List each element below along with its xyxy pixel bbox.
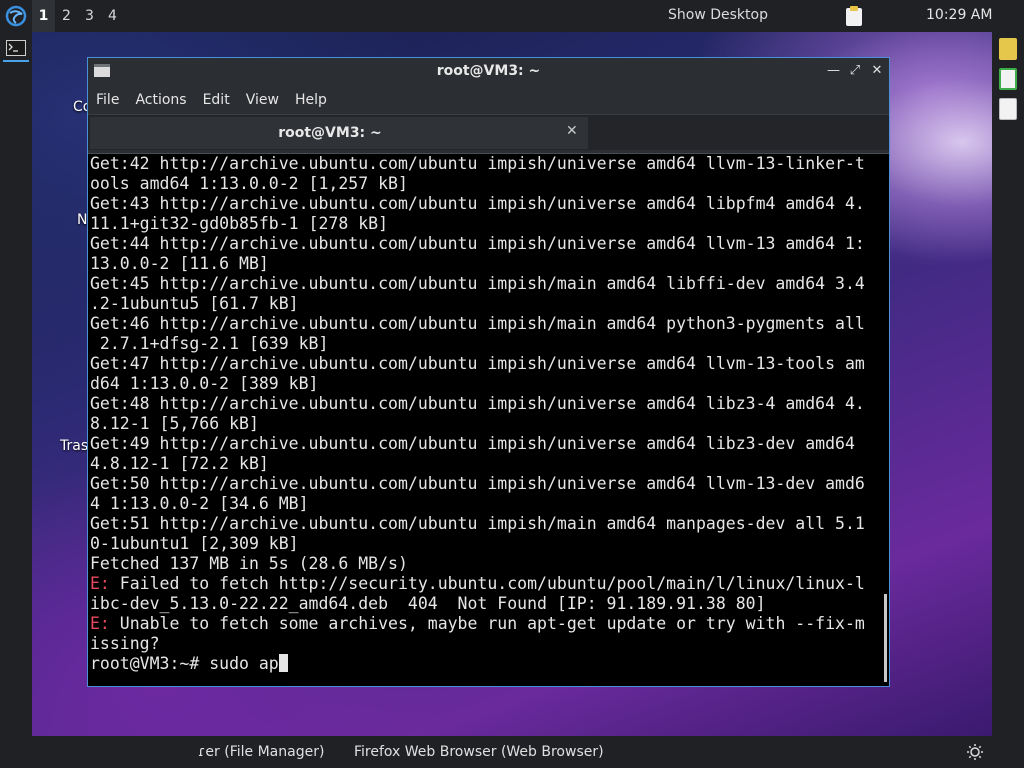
- terminal-line-text: Failed to fetch http://security.ubuntu.c…: [109, 574, 865, 593]
- terminal-line-text: Get:44 http://archive.ubuntu.com/ubuntu …: [90, 234, 865, 253]
- workspace-2[interactable]: 2: [55, 0, 78, 32]
- left-panel: [0, 32, 32, 736]
- bottom-taskbar: ɾer (File Manager) Firefox Web Browser (…: [0, 736, 1024, 768]
- terminal-line-text: 13.0.0-2 [11.6 MB]: [90, 254, 269, 273]
- app-menu-button[interactable]: [0, 0, 32, 32]
- terminal-line: Get:45 http://archive.ubuntu.com/ubuntu …: [90, 274, 880, 294]
- clipboard-icon[interactable]: [844, 5, 864, 31]
- workspace-3[interactable]: 3: [78, 0, 101, 32]
- terminal-line-text: ibc-dev_5.13.0-22.22_amd64.deb 404 Not F…: [90, 594, 766, 613]
- terminal-line-text: 0-1ubuntu1 [2,309 kB]: [90, 534, 299, 553]
- desktop-icon-label[interactable]: N: [77, 212, 87, 228]
- terminal-line-text: 4 1:13.0.0-2 [34.6 MB]: [90, 494, 309, 513]
- terminal-line: 2.7.1+dfsg-2.1 [639 kB]: [90, 334, 880, 354]
- terminal-line: Get:48 http://archive.ubuntu.com/ubuntu …: [90, 394, 880, 414]
- terminal-line-text: issing?: [90, 634, 160, 653]
- tab-title: root@VM3: ~: [278, 125, 382, 141]
- terminal-line-text: Unable to fetch some archives, maybe run…: [109, 614, 865, 633]
- right-panel: [992, 32, 1024, 736]
- minimize-icon[interactable]: —: [827, 63, 840, 79]
- desktop-icon-label[interactable]: Tras: [60, 438, 88, 454]
- terminal-line-text: Get:48 http://archive.ubuntu.com/ubuntu …: [90, 394, 865, 413]
- terminal-tab[interactable]: root@VM3: ~ ✕: [90, 117, 588, 149]
- lxqt-logo-icon: [5, 5, 27, 27]
- qterminal-icon[interactable]: [999, 38, 1017, 60]
- terminal-line-text: Get:46 http://archive.ubuntu.com/ubuntu …: [90, 314, 865, 333]
- terminal-line-text: Get:50 http://archive.ubuntu.com/ubuntu …: [90, 474, 865, 493]
- terminal-line: Fetched 137 MB in 5s (28.6 MB/s): [90, 554, 880, 574]
- terminal-line: Get:46 http://archive.ubuntu.com/ubuntu …: [90, 314, 880, 334]
- terminal-line-text: Fetched 137 MB in 5s (28.6 MB/s): [90, 554, 408, 573]
- terminal-line-text: .2-1ubuntu5 [61.7 kB]: [90, 294, 299, 313]
- terminal-line: E: Unable to fetch some archives, maybe …: [90, 614, 880, 634]
- spreadsheet-icon[interactable]: [999, 68, 1017, 90]
- terminal-window: root@VM3: ~ — ⤢ ✕ File Actions Edit View…: [87, 57, 890, 687]
- terminal-line-text: Get:45 http://archive.ubuntu.com/ubuntu …: [90, 274, 865, 293]
- window-controls: — ⤢ ✕: [827, 63, 883, 79]
- maximize-icon[interactable]: ⤢: [849, 63, 861, 79]
- terminal-line: ibc-dev_5.13.0-22.22_amd64.deb 404 Not F…: [90, 594, 880, 614]
- terminal-line: .2-1ubuntu5 [61.7 kB]: [90, 294, 880, 314]
- terminal-line: Get:47 http://archive.ubuntu.com/ubuntu …: [90, 354, 880, 374]
- terminal-line-text: 11.1+git32-gd0b85fb-1 [278 kB]: [90, 214, 389, 233]
- terminal-line: Get:44 http://archive.ubuntu.com/ubuntu …: [90, 234, 880, 254]
- terminal-line-text: Get:47 http://archive.ubuntu.com/ubuntu …: [90, 354, 865, 373]
- terminal-line: 13.0.0-2 [11.6 MB]: [90, 254, 880, 274]
- terminal-line: ools amd64 1:13.0.0-2 [1,257 kB]: [90, 174, 880, 194]
- tab-bar: root@VM3: ~ ✕: [88, 114, 889, 150]
- clock[interactable]: 10:29 AM: [926, 7, 992, 23]
- terminal-line: issing?: [90, 634, 880, 654]
- terminal-line: Get:43 http://archive.ubuntu.com/ubuntu …: [90, 194, 880, 214]
- terminal-line: Get:51 http://archive.ubuntu.com/ubuntu …: [90, 514, 880, 534]
- top-panel: 1 2 3 4 Show Desktop 10:29 AM: [0, 0, 1024, 32]
- workspace-4[interactable]: 4: [101, 0, 124, 32]
- error-prefix: E:: [90, 574, 110, 593]
- terminal-line: 4.8.12-1 [72.2 kB]: [90, 454, 880, 474]
- terminal-line-text: d64 1:13.0.0-2 [389 kB]: [90, 374, 319, 393]
- terminal-task-icon[interactable]: [3, 36, 29, 62]
- prompt-text: root@VM3:~# sudo ap: [90, 654, 279, 673]
- terminal-line: Get:42 http://archive.ubuntu.com/ubuntu …: [90, 154, 880, 174]
- terminal-line-text: Get:42 http://archive.ubuntu.com/ubuntu …: [90, 154, 865, 173]
- menubar: File Actions Edit View Help: [88, 86, 889, 114]
- terminal-line: E: Failed to fetch http://security.ubunt…: [90, 574, 880, 594]
- terminal-text: Get:42 http://archive.ubuntu.com/ubuntu …: [90, 154, 880, 674]
- terminal-line-text: Get:51 http://archive.ubuntu.com/ubuntu …: [90, 514, 865, 533]
- terminal-line-text: 8.12-1 [5,766 kB]: [90, 414, 259, 433]
- show-desktop-button[interactable]: Show Desktop: [668, 7, 768, 23]
- terminal-line-text: Get:43 http://archive.ubuntu.com/ubuntu …: [90, 194, 865, 213]
- menu-view[interactable]: View: [246, 92, 279, 108]
- brightness-icon[interactable]: [966, 743, 984, 765]
- terminal-line: d64 1:13.0.0-2 [389 kB]: [90, 374, 880, 394]
- terminal-line: Get:50 http://archive.ubuntu.com/ubuntu …: [90, 474, 880, 494]
- terminal-line: 8.12-1 [5,766 kB]: [90, 414, 880, 434]
- menu-edit[interactable]: Edit: [203, 92, 230, 108]
- workspace-switcher: 1 2 3 4: [32, 0, 124, 32]
- terminal-line: 4 1:13.0.0-2 [34.6 MB]: [90, 494, 880, 514]
- prompt-line[interactable]: root@VM3:~# sudo ap: [90, 654, 880, 674]
- taskbar-file-manager[interactable]: ɾer (File Manager): [198, 744, 324, 760]
- terminal-line-text: 4.8.12-1 [72.2 kB]: [90, 454, 269, 473]
- terminal-line-text: Get:49 http://archive.ubuntu.com/ubuntu …: [90, 434, 855, 453]
- scrollbar[interactable]: [884, 594, 887, 682]
- terminal-line: 0-1ubuntu1 [2,309 kB]: [90, 534, 880, 554]
- window-title: root@VM3: ~: [436, 63, 541, 79]
- formula-icon[interactable]: [999, 98, 1017, 120]
- close-icon[interactable]: ✕: [871, 63, 883, 79]
- terminal-line: Get:49 http://archive.ubuntu.com/ubuntu …: [90, 434, 880, 454]
- text-cursor: [278, 654, 288, 672]
- menu-help[interactable]: Help: [295, 92, 327, 108]
- terminal-line: 11.1+git32-gd0b85fb-1 [278 kB]: [90, 214, 880, 234]
- terminal-line-text: ools amd64 1:13.0.0-2 [1,257 kB]: [90, 174, 408, 193]
- taskbar-firefox[interactable]: Firefox Web Browser (Web Browser): [354, 744, 604, 760]
- workspace-1[interactable]: 1: [32, 0, 55, 32]
- window-titlebar[interactable]: root@VM3: ~ — ⤢ ✕: [88, 58, 889, 86]
- error-prefix: E:: [90, 614, 110, 633]
- terminal-output[interactable]: Get:42 http://archive.ubuntu.com/ubuntu …: [88, 153, 889, 686]
- tab-close-icon[interactable]: ✕: [566, 123, 578, 139]
- terminal-line-text: 2.7.1+dfsg-2.1 [639 kB]: [90, 334, 329, 353]
- menu-file[interactable]: File: [96, 92, 119, 108]
- menu-actions[interactable]: Actions: [135, 92, 186, 108]
